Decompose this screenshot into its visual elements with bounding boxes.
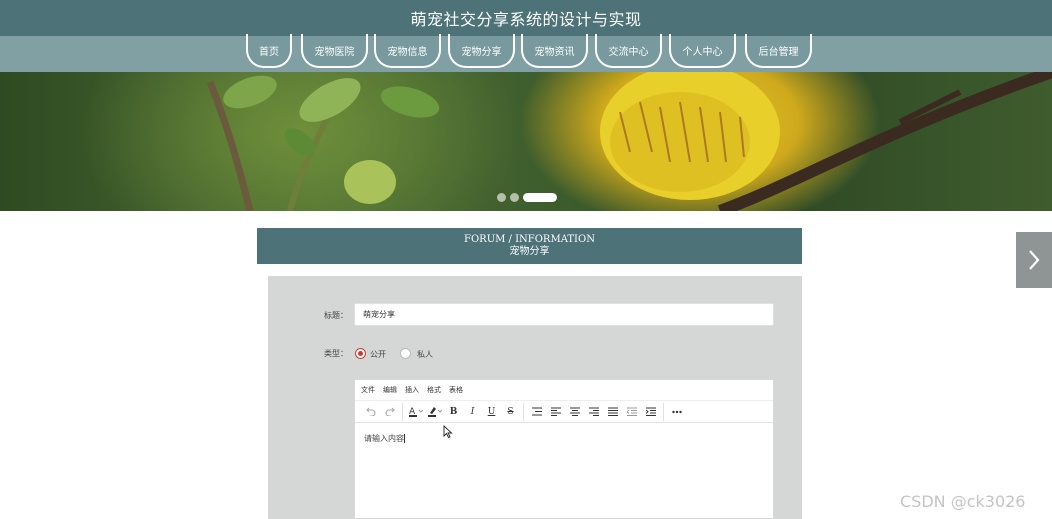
nav-item-pet-hospital[interactable]: 宠物医院 <box>301 34 368 68</box>
menu-insert[interactable]: 插入 <box>405 385 419 395</box>
watermark: CSDN @ck3026 <box>900 492 1026 511</box>
radio-private-label: 私人 <box>417 350 433 359</box>
menu-table[interactable]: 表格 <box>449 385 463 395</box>
title-input[interactable]: 萌宠分享 <box>354 303 774 326</box>
carousel-dot-active[interactable] <box>523 192 557 202</box>
editor-menubar: 文件 编辑 插入 格式 表格 <box>355 380 773 401</box>
menu-format[interactable]: 格式 <box>427 385 441 395</box>
page: 萌宠社交分享系统的设计与实现 首页 宠物医院 宠物信息 宠物分享 宠物资讯 交流… <box>0 0 1052 519</box>
more-icon[interactable] <box>667 403 686 421</box>
chevron-right-icon <box>1029 250 1040 270</box>
radio-private[interactable] <box>400 348 411 359</box>
nav-item-pet-share[interactable]: 宠物分享 <box>448 34 515 68</box>
site-title: 萌宠社交分享系统的设计与实现 <box>410 10 642 29</box>
menu-edit[interactable]: 编辑 <box>383 385 397 395</box>
banner-carousel[interactable] <box>0 72 1052 211</box>
section-title-en: FORUM / INFORMATION <box>464 234 595 245</box>
editor-placeholder: 请输入内容 <box>364 434 404 443</box>
title-label: 标题： <box>324 311 348 320</box>
align-justify-icon[interactable] <box>603 403 622 421</box>
indent-icon[interactable] <box>641 403 660 421</box>
carousel-dot[interactable] <box>497 192 506 202</box>
highlight-icon[interactable] <box>425 403 444 421</box>
next-page-button[interactable] <box>1016 232 1052 288</box>
section-header: FORUM / INFORMATION 宠物分享 <box>257 228 802 264</box>
bold-icon[interactable]: B <box>444 403 463 421</box>
align-left-icon[interactable] <box>546 403 565 421</box>
editor-content[interactable]: 请输入内容 <box>355 423 773 454</box>
share-form: 标题： 萌宠分享 类型： 公开 私人 文件 编辑 插入 格式 表格 A B I … <box>268 276 802 519</box>
nav-item-pet-news[interactable]: 宠物资讯 <box>521 34 588 68</box>
editor-toolbar: A B I U S <box>355 401 773 423</box>
nav-item-pet-info[interactable]: 宠物信息 <box>374 34 441 68</box>
toolbar-divider <box>523 402 524 421</box>
nav-item-home[interactable]: 首页 <box>246 34 292 68</box>
strikethrough-icon[interactable]: S <box>501 403 520 421</box>
rich-text-editor: 文件 编辑 插入 格式 表格 A B I U S 请输入内容 <box>354 379 774 519</box>
section-title-cn: 宠物分享 <box>509 246 550 257</box>
italic-icon[interactable]: I <box>463 403 482 421</box>
banner-image <box>206 72 1052 211</box>
outdent-icon[interactable] <box>622 403 641 421</box>
undo-icon[interactable] <box>361 403 380 421</box>
align-center-icon[interactable] <box>565 403 584 421</box>
redo-icon[interactable] <box>380 403 399 421</box>
mouse-cursor-icon <box>443 425 453 439</box>
menu-file[interactable]: 文件 <box>361 385 375 395</box>
nav-item-profile[interactable]: 个人中心 <box>669 34 736 68</box>
carousel-dots <box>497 192 557 202</box>
align-right-icon[interactable] <box>584 403 603 421</box>
line-height-icon[interactable] <box>527 403 546 421</box>
text-caret <box>404 434 405 443</box>
type-label: 类型： <box>324 349 348 358</box>
top-header: 萌宠社交分享系统的设计与实现 <box>0 0 1052 36</box>
main-nav: 首页 宠物医院 宠物信息 宠物分享 宠物资讯 交流中心 个人中心 后台管理 <box>0 34 1052 72</box>
font-color-icon[interactable]: A <box>406 403 425 421</box>
radio-public-label: 公开 <box>370 350 386 359</box>
toolbar-divider <box>402 402 403 421</box>
nav-item-admin[interactable]: 后台管理 <box>745 34 812 68</box>
toolbar-divider <box>663 402 664 421</box>
carousel-dot[interactable] <box>510 192 519 202</box>
underline-icon[interactable]: U <box>482 403 501 421</box>
radio-public[interactable] <box>355 348 366 359</box>
nav-item-forum[interactable]: 交流中心 <box>595 34 662 68</box>
